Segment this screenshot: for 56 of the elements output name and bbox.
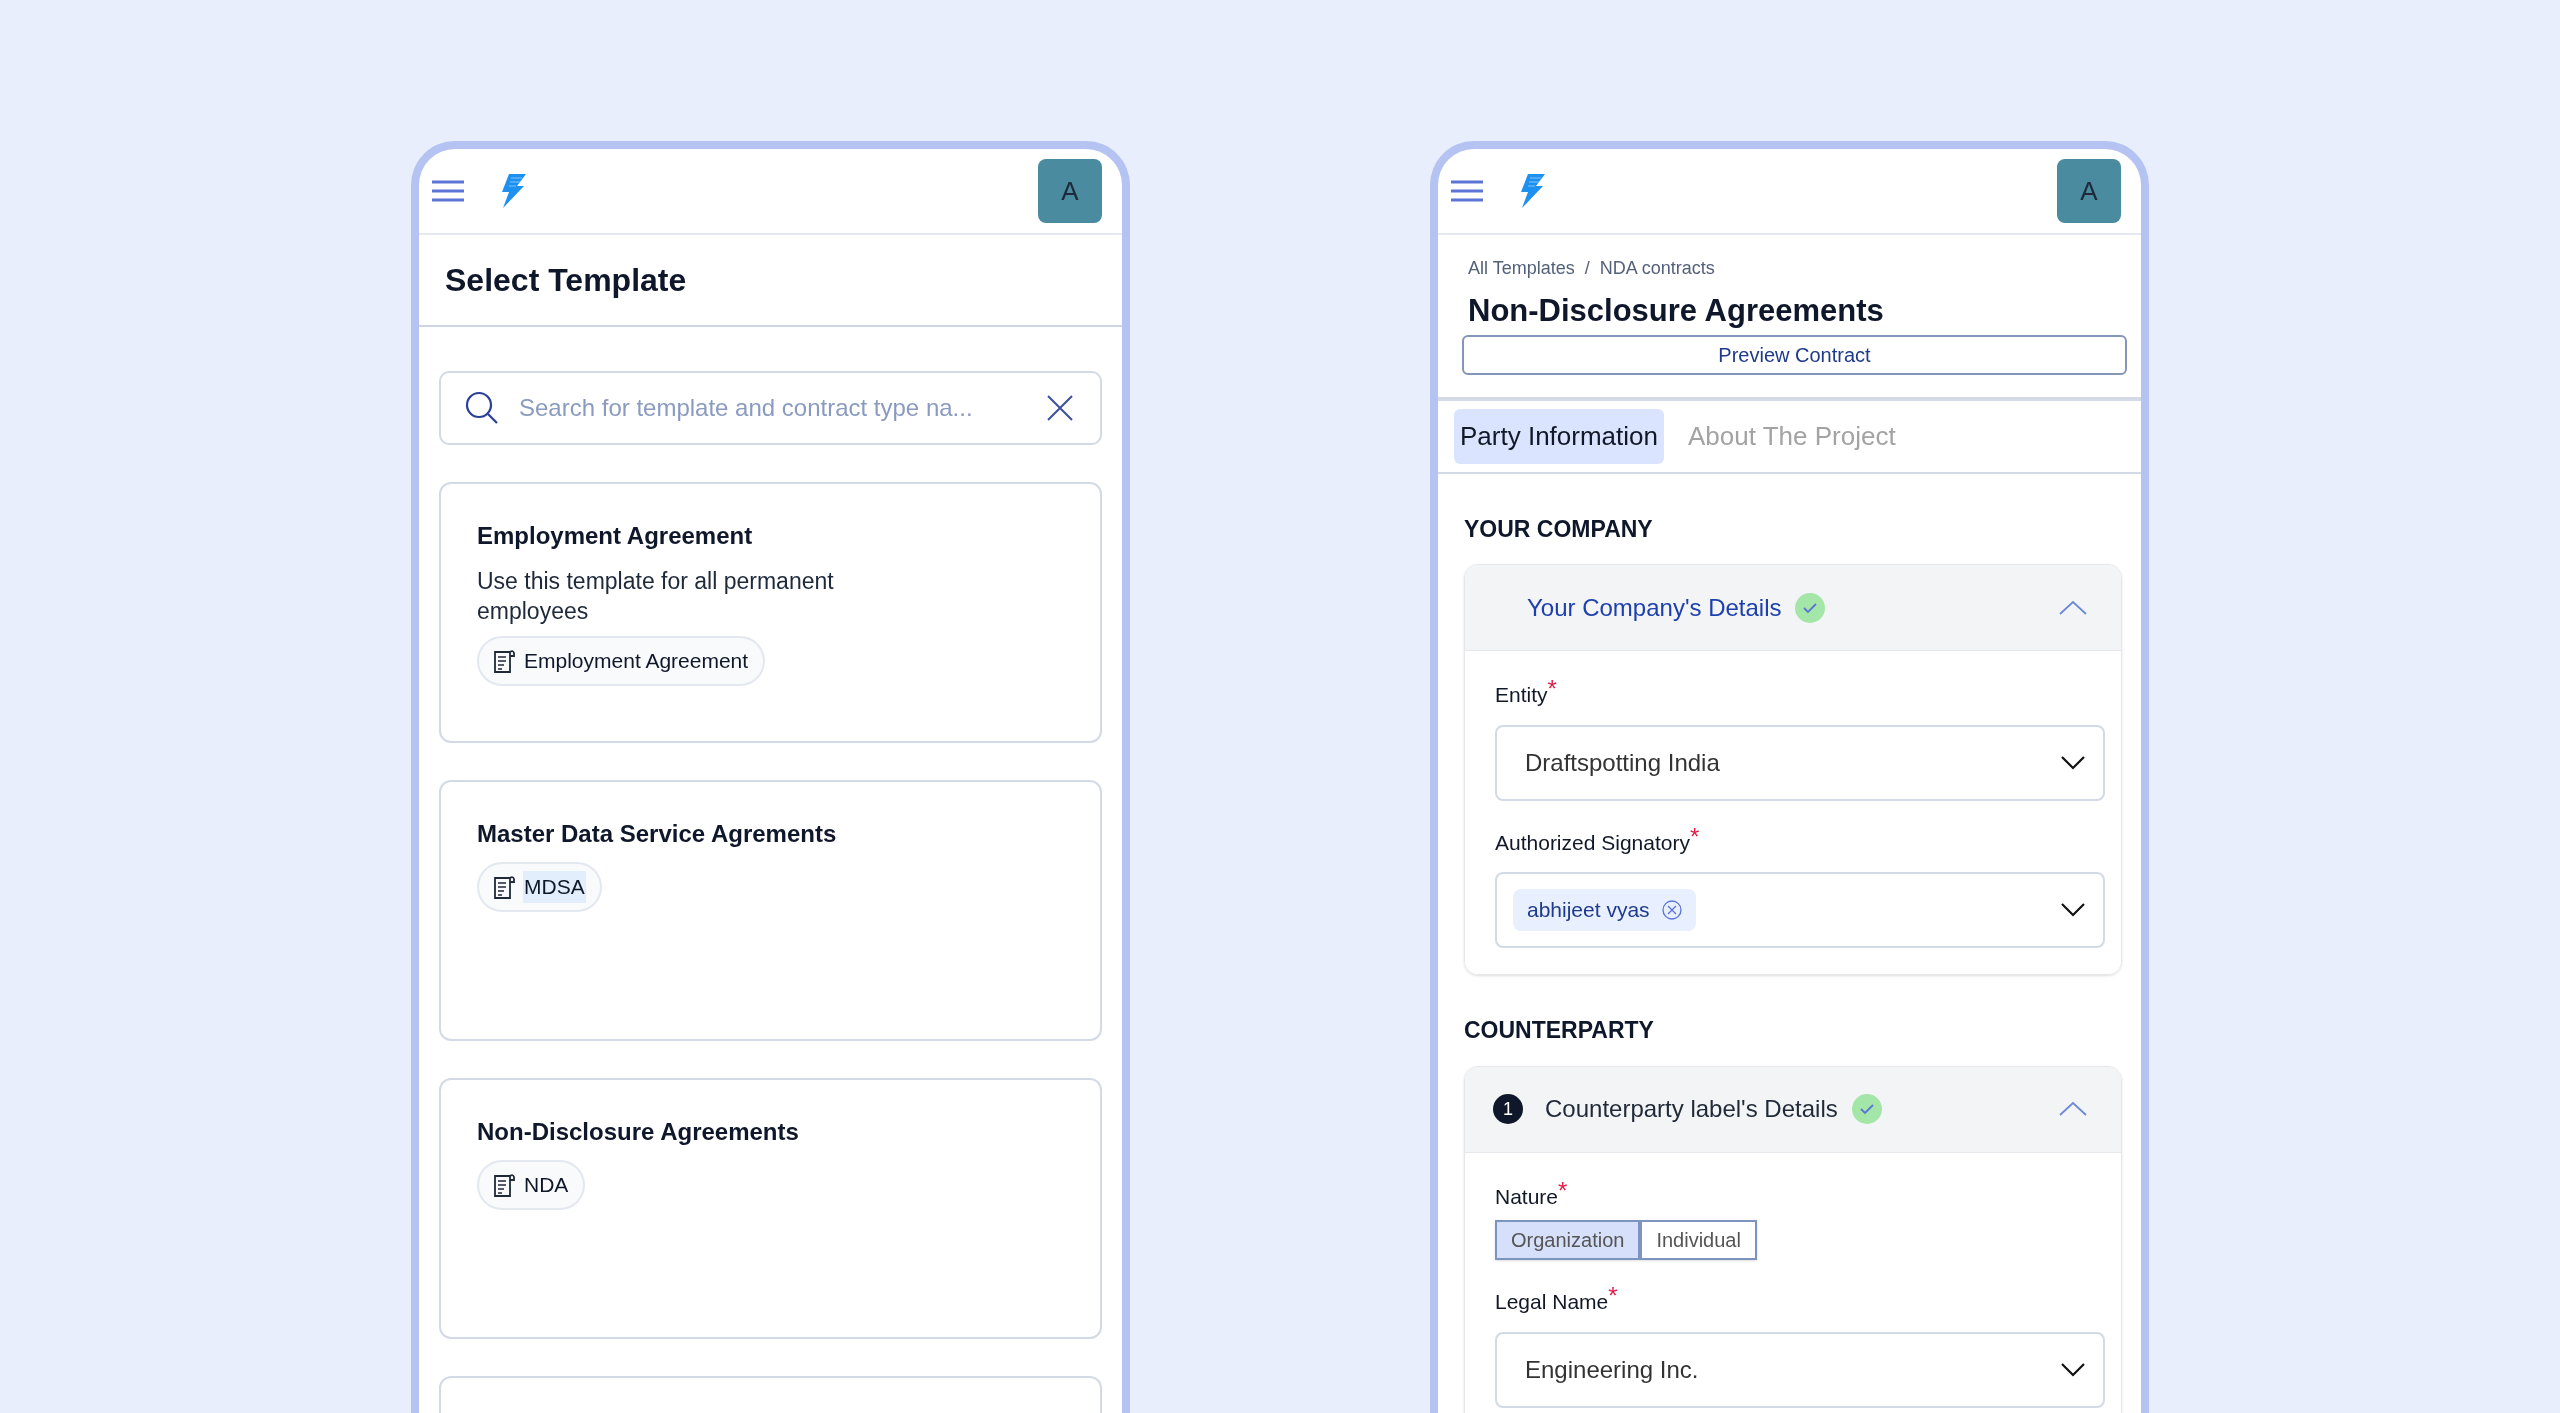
section-heading: YOUR COMPANY	[1464, 514, 1654, 544]
remove-icon[interactable]	[1661, 900, 1682, 920]
close-icon[interactable]	[1046, 394, 1074, 422]
lightning-logo-icon	[499, 173, 527, 209]
required-asterisk: *	[1547, 679, 1557, 702]
chevron-icon[interactable]	[2059, 1101, 2087, 1117]
select-field[interactable]: Engineering Inc.	[1495, 1331, 2105, 1408]
search-field[interactable]: Search for template and contract type na...	[439, 371, 1102, 445]
menu-icon[interactable]	[1450, 180, 1484, 202]
number-badge: 1	[1493, 1094, 1523, 1124]
breadcrumb-link[interactable]: All Templates	[1468, 255, 1575, 282]
template-title: Employment Agreement	[477, 521, 754, 551]
avatar-button[interactable]: A	[1038, 159, 1102, 223]
page-title: Select Template	[445, 261, 687, 300]
tab[interactable]: Party Information	[1454, 408, 1664, 464]
field-label: Legal Name	[1495, 1290, 1609, 1315]
field-label: Entity	[1495, 682, 1548, 708]
template-description: Use this template for all permanent employees	[477, 567, 835, 626]
toggle-option[interactable]: Individual	[1640, 1220, 1757, 1260]
field-label: Nature	[1495, 1184, 1559, 1210]
template-card[interactable]: Employment Agreement Use this template for all permanent employees Employment Agreement	[439, 482, 1102, 743]
menu-icon[interactable]	[431, 180, 465, 202]
required-asterisk: *	[1608, 1286, 1618, 1311]
panel-header[interactable]: 1 Counterparty label's Details	[1465, 1066, 2121, 1153]
template-card[interactable]: Master Data Service Agrements MDSA	[439, 780, 1102, 1041]
template-title: Non-Disclosure Agreements	[477, 1117, 800, 1147]
document-icon	[493, 1173, 515, 1197]
breadcrumb-link[interactable]: NDA contracts	[1599, 255, 1715, 282]
toggle-option[interactable]: Organization	[1495, 1220, 1641, 1260]
page-title: Non-Disclosure Agreements	[1468, 292, 1885, 330]
breadcrumb-separator: /	[1584, 257, 1590, 280]
search-icon	[465, 391, 499, 425]
template-card[interactable]: Non-Disclosure Agreements NDA	[439, 1078, 1102, 1339]
selection-chip: abhijeet vyas	[1513, 889, 1696, 931]
template-title: Master Data Service Agrements	[477, 819, 838, 849]
panel-header[interactable]: Your Company's Details	[1465, 565, 2121, 651]
document-icon	[493, 875, 515, 899]
chevron-icon[interactable]	[2059, 599, 2087, 616]
chevron-down-icon	[2061, 755, 2085, 770]
required-asterisk: *	[1558, 1180, 1568, 1206]
chevron-down-icon	[2061, 903, 2085, 917]
panel-title: Your Company's Details	[1527, 592, 1782, 623]
section-heading: COUNTERPARTY	[1464, 1016, 1655, 1045]
lightning-logo-icon	[1518, 173, 1546, 209]
chevron-down-icon	[2061, 1362, 2085, 1377]
field-label: Authorized Signatory	[1495, 829, 1690, 856]
panel-title: Counterparty label's Details	[1545, 1094, 1838, 1124]
tag-chip: MDSA	[477, 862, 602, 912]
select-field[interactable]: Draftspotting India	[1495, 724, 2105, 801]
tag-chip: NDA	[477, 1160, 586, 1210]
document-icon	[493, 649, 515, 673]
avatar-button[interactable]: A	[2057, 159, 2121, 223]
tag-chip: Employment Agreement	[477, 636, 766, 686]
select-field[interactable]: abhijeet vyas	[1495, 872, 2105, 948]
required-asterisk: *	[1689, 826, 1700, 850]
preview-button[interactable]: Preview Contract	[1462, 334, 2127, 375]
